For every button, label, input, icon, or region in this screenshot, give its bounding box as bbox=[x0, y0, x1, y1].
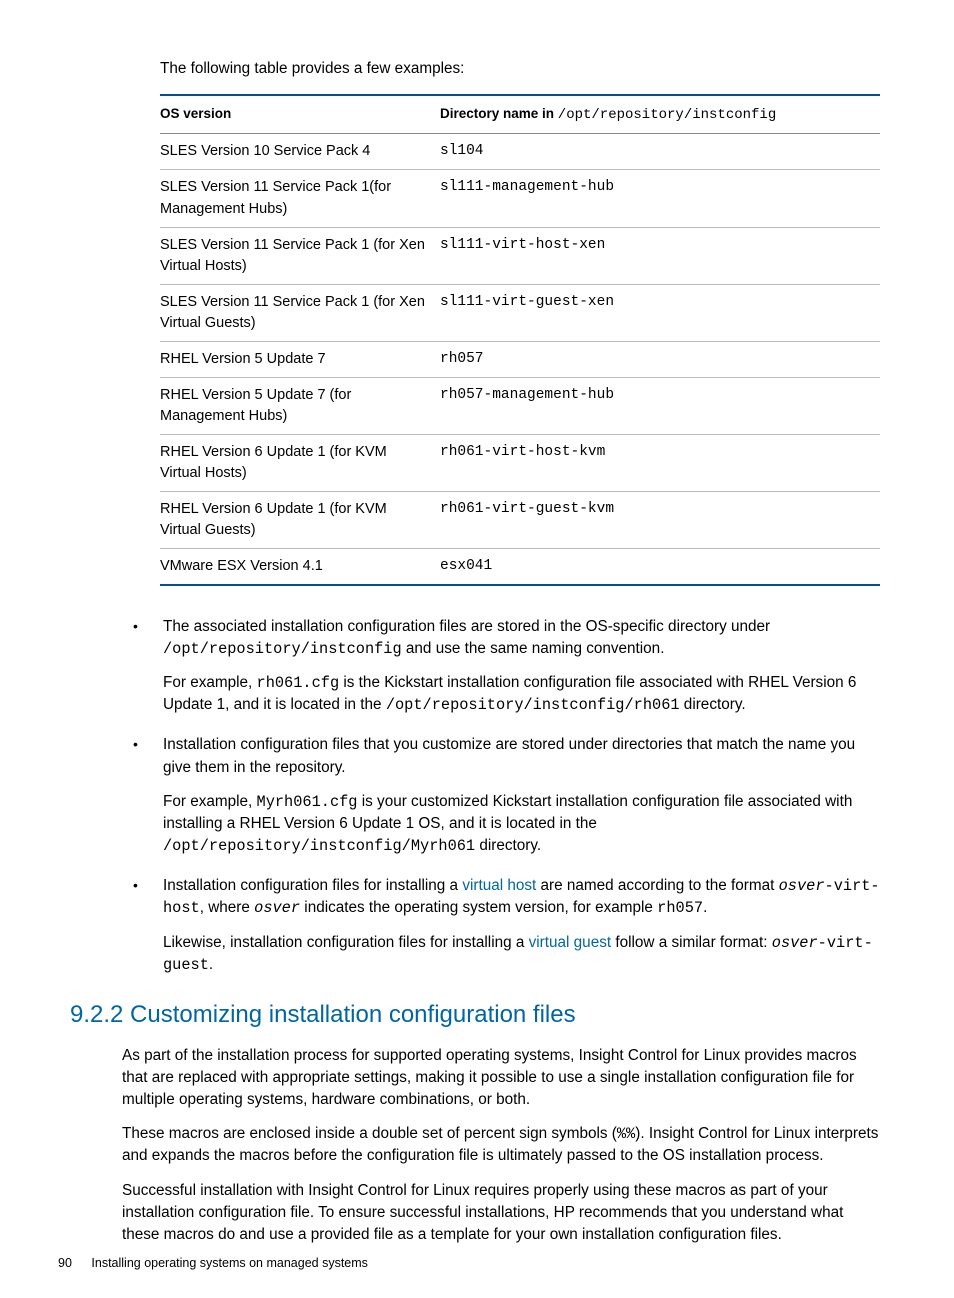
code-var: osver bbox=[772, 934, 818, 952]
list-item: Installation configuration files for ins… bbox=[133, 875, 884, 976]
code-filename: rh061.cfg bbox=[257, 674, 340, 692]
body-paragraph: As part of the installation process for … bbox=[122, 1045, 884, 1112]
list-item: The associated installation configuratio… bbox=[133, 616, 884, 717]
cell-directory-name: rh061-virt-guest-kvm bbox=[440, 491, 880, 548]
body-text: For example, bbox=[163, 793, 257, 810]
table-row: SLES Version 11 Service Pack 1 (for Xen … bbox=[160, 227, 880, 284]
body-text: directory. bbox=[680, 696, 746, 713]
table-header-os: OS version bbox=[160, 95, 440, 134]
bulleted-list: The associated installation configuratio… bbox=[133, 616, 884, 976]
cell-directory-name: rh061-virt-host-kvm bbox=[440, 434, 880, 491]
body-text: are named according to the format bbox=[536, 877, 778, 894]
body-text: and use the same naming convention. bbox=[402, 640, 665, 657]
table-row: RHEL Version 5 Update 7rh057 bbox=[160, 341, 880, 377]
code-path: /opt/repository/instconfig/Myrh061 bbox=[163, 837, 475, 855]
page-footer: 90 Installing operating systems on manag… bbox=[58, 1254, 368, 1272]
body-text: These macros are enclosed inside a doubl… bbox=[122, 1125, 617, 1142]
code-filename: Myrh061.cfg bbox=[257, 793, 358, 811]
body-text: . bbox=[209, 956, 213, 973]
code-var: osver bbox=[779, 877, 825, 895]
table-row: SLES Version 10 Service Pack 4sl104 bbox=[160, 134, 880, 170]
cell-os-version: SLES Version 11 Service Pack 1 (for Xen … bbox=[160, 227, 440, 284]
cell-directory-name: sl111-virt-guest-xen bbox=[440, 284, 880, 341]
cell-os-version: VMware ESX Version 4.1 bbox=[160, 548, 440, 585]
page-number: 90 bbox=[58, 1256, 72, 1270]
chapter-title: Installing operating systems on managed … bbox=[91, 1256, 368, 1270]
body-text: For example, bbox=[163, 674, 257, 691]
link-virtual-guest[interactable]: virtual guest bbox=[529, 934, 611, 951]
cell-directory-name: sl111-management-hub bbox=[440, 170, 880, 227]
intro-paragraph: The following table provides a few examp… bbox=[160, 58, 884, 80]
section-body: As part of the installation process for … bbox=[122, 1045, 884, 1246]
os-directory-table: OS version Directory name in /opt/reposi… bbox=[160, 94, 880, 586]
table-row: SLES Version 11 Service Pack 1 (for Xen … bbox=[160, 284, 880, 341]
code-path: /opt/repository/instconfig bbox=[163, 640, 402, 658]
cell-os-version: RHEL Version 6 Update 1 (for KVM Virtual… bbox=[160, 491, 440, 548]
table-row: RHEL Version 6 Update 1 (for KVM Virtual… bbox=[160, 434, 880, 491]
table-header-dir: Directory name in /opt/repository/instco… bbox=[440, 95, 880, 134]
cell-directory-name: rh057-management-hub bbox=[440, 377, 880, 434]
section-heading: 9.2.2 Customizing installation configura… bbox=[70, 998, 884, 1033]
cell-os-version: RHEL Version 6 Update 1 (for KVM Virtual… bbox=[160, 434, 440, 491]
cell-directory-name: sl104 bbox=[440, 134, 880, 170]
table-row: RHEL Version 6 Update 1 (for KVM Virtual… bbox=[160, 491, 880, 548]
body-text: follow a similar format: bbox=[611, 934, 772, 951]
code-example: rh057 bbox=[657, 899, 703, 917]
cell-os-version: SLES Version 11 Service Pack 1 (for Xen … bbox=[160, 284, 440, 341]
body-paragraph: These macros are enclosed inside a doubl… bbox=[122, 1123, 884, 1167]
cell-directory-name: esx041 bbox=[440, 548, 880, 585]
code-path: /opt/repository/instconfig/rh061 bbox=[386, 696, 680, 714]
table-row: SLES Version 11 Service Pack 1(for Manag… bbox=[160, 170, 880, 227]
cell-os-version: RHEL Version 5 Update 7 (for Management … bbox=[160, 377, 440, 434]
page: The following table provides a few examp… bbox=[0, 0, 954, 1298]
cell-directory-name: sl111-virt-host-xen bbox=[440, 227, 880, 284]
cell-os-version: SLES Version 10 Service Pack 4 bbox=[160, 134, 440, 170]
body-paragraph: Successful installation with Insight Con… bbox=[122, 1180, 884, 1247]
body-text: indicates the operating system version, … bbox=[300, 899, 657, 916]
table-row: RHEL Version 5 Update 7 (for Management … bbox=[160, 377, 880, 434]
body-text: Installation configuration files for ins… bbox=[163, 877, 462, 894]
table-header-dir-prefix: Directory name in bbox=[440, 106, 558, 121]
body-text: directory. bbox=[475, 837, 541, 854]
body-text: , where bbox=[200, 899, 254, 916]
body-text: . bbox=[703, 899, 707, 916]
cell-os-version: RHEL Version 5 Update 7 bbox=[160, 341, 440, 377]
body-text: The associated installation configuratio… bbox=[163, 618, 770, 635]
table-row: VMware ESX Version 4.1esx041 bbox=[160, 548, 880, 585]
code-var: osver bbox=[254, 899, 300, 917]
body-text: Likewise, installation configuration fil… bbox=[163, 934, 529, 951]
list-item: Installation configuration files that yo… bbox=[133, 734, 884, 857]
body-text: Installation configuration files that yo… bbox=[163, 734, 884, 778]
cell-os-version: SLES Version 11 Service Pack 1(for Manag… bbox=[160, 170, 440, 227]
link-virtual-host[interactable]: virtual host bbox=[462, 877, 536, 894]
cell-directory-name: rh057 bbox=[440, 341, 880, 377]
code-percent: %% bbox=[617, 1125, 635, 1143]
table-header-dir-path: /opt/repository/instconfig bbox=[558, 107, 776, 123]
